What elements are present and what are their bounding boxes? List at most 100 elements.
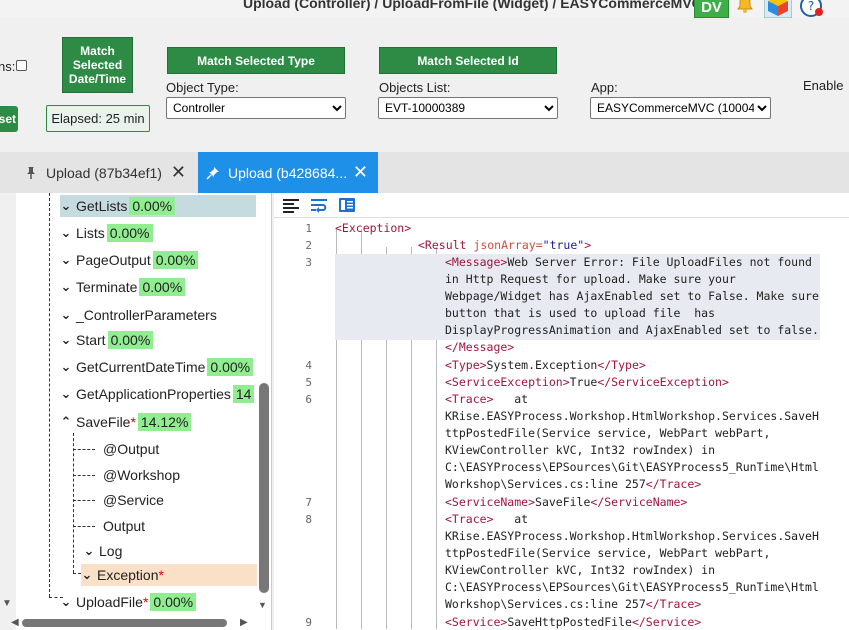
svg-text:?: ? xyxy=(808,0,814,13)
tab-upload-b428684[interactable]: Upload (b428684... ✕ xyxy=(198,152,378,193)
chevron-down-icon[interactable]: ⌄ xyxy=(60,332,72,348)
chevron-down-icon[interactable]: ⌄ xyxy=(60,386,72,402)
xml-code-view[interactable]: 1 2 3 4 5 6 7 8 9 <Exception> <Result js… xyxy=(274,219,849,630)
help-icon[interactable]: ? xyxy=(799,0,823,18)
chevron-down-icon[interactable]: ⌄ xyxy=(60,225,72,241)
tree-item-output[interactable]: Output xyxy=(103,515,145,537)
close-icon[interactable]: ✕ xyxy=(353,163,368,181)
code-line-9: <Service>SaveHttpPostedFile</Service> xyxy=(445,615,702,629)
code-line-4: <Type>System.Exception</Type> xyxy=(445,358,646,372)
match-selected-datetime-button[interactable]: Match Selected Date/Time xyxy=(62,37,133,93)
code-line-8-cont: Workshop\Services.cs:line 257</Trace> xyxy=(445,597,702,611)
line-number: 9 xyxy=(305,616,312,629)
chevron-down-icon[interactable]: ⌄ xyxy=(81,567,93,583)
chevron-down-icon[interactable]: ⌄ xyxy=(60,307,72,323)
tab-label: Upload (87b34ef1) xyxy=(46,164,162,181)
chevron-down-icon[interactable]: ⌄ xyxy=(60,279,72,295)
panel-toggle-icon[interactable] xyxy=(338,197,356,213)
percent-badge: 0.00% xyxy=(107,331,154,349)
bell-icon[interactable] xyxy=(735,0,755,14)
tree-guide-line xyxy=(73,500,95,501)
code-line-1: <Exception> xyxy=(335,221,412,235)
chevron-down-icon[interactable]: ⌄ xyxy=(60,252,72,268)
objects-list-select[interactable]: EVT-10000389 xyxy=(378,97,558,119)
tree-item-output-param[interactable]: @Output xyxy=(103,438,159,460)
tree-item-workshop-param[interactable]: @Workshop xyxy=(103,464,180,486)
code-line-8-cont: KViewController kVC, Int32 rowIndex) in xyxy=(445,563,716,577)
tree-item-start[interactable]: ⌄ Start 0.00% xyxy=(60,329,154,351)
tab-strip: Upload (87b34ef1) ✕ Upload (b428684... ✕ xyxy=(0,152,849,193)
match-seconds-checkbox[interactable] xyxy=(16,60,27,71)
tree-item-terminate[interactable]: ⌄ Terminate 0.00% xyxy=(60,276,186,298)
code-line-6-cont: Workshop\Services.cs:line 257</Trace> xyxy=(445,477,702,491)
tree-item-getlists[interactable]: ⌄ GetLists 0.00% xyxy=(60,195,256,217)
code-line-6: <Trace> at xyxy=(445,392,529,406)
tree-horizontal-scrollbar[interactable] xyxy=(22,619,227,627)
percent-badge: 0.00% xyxy=(139,278,186,296)
pin-icon[interactable] xyxy=(24,166,38,180)
code-line-3-cont: Webpage/Widget has AjaxEnabled set to Fa… xyxy=(445,289,819,303)
tree-vertical-scrollbar[interactable] xyxy=(259,383,269,593)
tree-item-uploadfile[interactable]: ⌄ UploadFile * 0.00% xyxy=(60,591,197,613)
line-number: 8 xyxy=(305,513,312,526)
required-marker: * xyxy=(158,567,164,583)
line-number: 5 xyxy=(305,376,312,389)
code-line-8-cont: C:\EASYProcess\EPSources\Git\EASYProcess… xyxy=(445,580,819,594)
chevron-down-icon[interactable]: ⌄ xyxy=(83,543,95,559)
tree-item-getcurrentdatetime[interactable]: ⌄ GetCurrentDateTime 0.00% xyxy=(60,356,254,378)
cube-icon[interactable] xyxy=(764,0,792,18)
tree-item-exception[interactable]: ⌄ Exception * xyxy=(81,564,257,586)
chevron-down-icon[interactable]: ⌄ xyxy=(60,198,72,214)
scroll-down-arrow-icon[interactable]: ▼ xyxy=(258,600,267,610)
tree-item-lists[interactable]: ⌄ Lists 0.00% xyxy=(60,222,153,244)
align-left-icon[interactable] xyxy=(282,197,300,213)
tree-item-pageoutput[interactable]: ⌄ PageOutput 0.00% xyxy=(60,249,199,271)
tab-upload-87b34ef1[interactable]: Upload (87b34ef1) ✕ xyxy=(16,152,196,193)
chevron-down-icon[interactable]: ⌄ xyxy=(60,594,72,610)
pin-icon[interactable] xyxy=(206,166,220,180)
tree-item-getapplicationproperties[interactable]: ⌄ GetApplicationProperties 14 xyxy=(60,383,255,405)
user-badge[interactable]: DV xyxy=(694,0,729,18)
app-select[interactable]: EASYCommerceMVC (10004 xyxy=(590,97,771,119)
tree-item-service-param[interactable]: @Service xyxy=(103,489,164,511)
percent-badge: 0.00% xyxy=(106,224,153,242)
percent-badge: 0.00% xyxy=(150,593,197,611)
line-number: 2 xyxy=(305,239,312,252)
code-line-2: <Result jsonArray="true"> xyxy=(418,238,592,252)
chevron-down-icon[interactable]: ⌄ xyxy=(60,359,72,375)
close-icon[interactable]: ✕ xyxy=(171,163,186,181)
percent-badge: 14.12% xyxy=(137,413,192,431)
tree-item-log[interactable]: ⌄ Log xyxy=(83,540,123,562)
tree-guide-line xyxy=(73,433,74,573)
object-type-label: Object Type: xyxy=(166,80,239,95)
percent-badge: 0.00% xyxy=(129,197,176,215)
code-line-3-cont: button that is used to upload file has xyxy=(445,306,716,320)
chevron-up-icon[interactable]: ⌃ xyxy=(60,414,72,430)
toolbar: ns: Match Selected Date/Time Match Selec… xyxy=(0,18,849,152)
code-line-3: <Message>Web Server Error: File UploadFi… xyxy=(445,255,812,269)
line-number: 4 xyxy=(305,359,312,372)
tab-label: Upload (b428684... xyxy=(228,164,348,181)
code-line-8: <Trace> at xyxy=(445,512,529,526)
code-toolbar xyxy=(274,193,849,218)
match-selected-id-button[interactable]: Match Selected Id xyxy=(379,47,557,74)
reset-button[interactable]: set xyxy=(0,106,18,132)
tree-item-savefile[interactable]: ⌃ SaveFile * 14.12% xyxy=(60,411,192,433)
word-wrap-icon[interactable] xyxy=(310,197,328,213)
code-line-6-cont: KRise.EASYProcess.Workshop.HtmlWorkshop.… xyxy=(445,409,819,423)
object-type-select[interactable]: Controller xyxy=(166,97,346,119)
scroll-right-arrow-icon[interactable]: ▶ xyxy=(240,617,248,628)
match-selected-type-button[interactable]: Match Selected Type xyxy=(167,47,345,74)
code-line-6-cont: C:\EASYProcess\EPSources\Git\EASYProcess… xyxy=(445,460,819,474)
scroll-down-arrow-icon[interactable]: ▼ xyxy=(2,598,12,609)
tree-panel: ⌄ GetLists 0.00% ⌄ Lists 0.00% ⌄ PageOut… xyxy=(16,193,272,630)
tree-guide-line xyxy=(73,526,95,527)
percent-badge: 0.00% xyxy=(207,358,254,376)
tree-item-controllerparameters[interactable]: ⌄ _ControllerParameters xyxy=(60,304,217,326)
tree-guide-line xyxy=(73,449,95,450)
tree-guide-line xyxy=(49,193,50,597)
code-line-8-cont: KRise.EASYProcess.Workshop.HtmlWorkshop.… xyxy=(445,529,819,543)
code-line-3-cont: DisplayProgressAnimation and AjaxEnabled… xyxy=(445,323,819,337)
tree-guide-line xyxy=(73,573,81,574)
scroll-left-arrow-icon[interactable]: ◀ xyxy=(11,617,19,628)
